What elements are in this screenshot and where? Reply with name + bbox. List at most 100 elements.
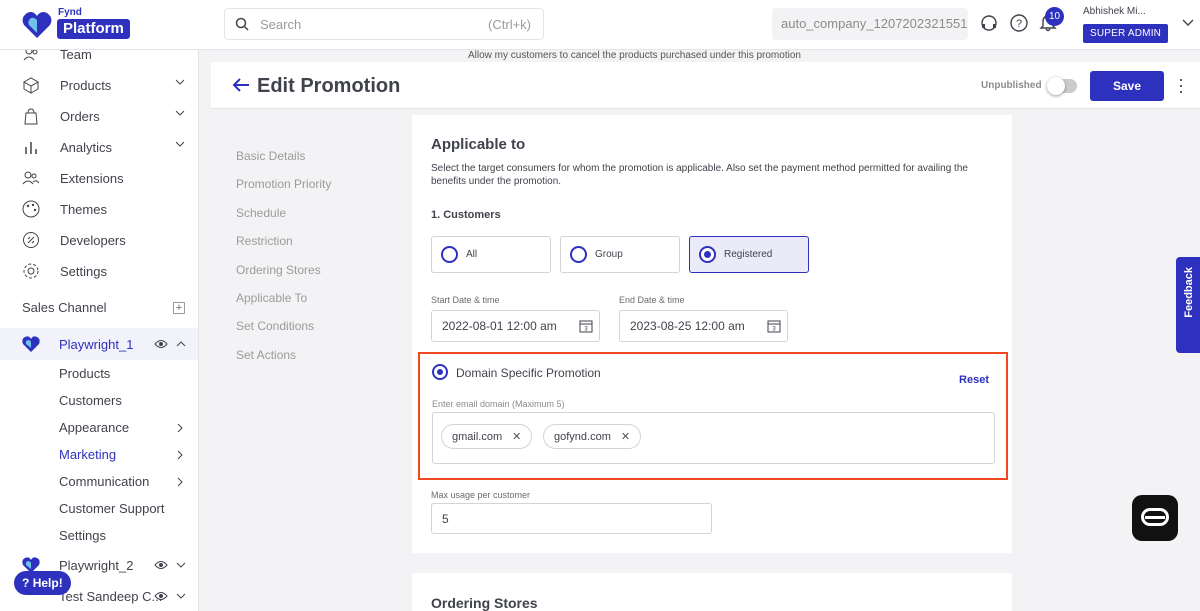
channel-sub-communication[interactable]: Communication bbox=[59, 474, 149, 489]
customer-option-all[interactable]: All bbox=[431, 236, 551, 273]
chip-label: gmail.com bbox=[452, 431, 503, 443]
chip-label: gofynd.com bbox=[554, 431, 611, 443]
end-date-input[interactable]: 2023-08-25 12:00 am 3 bbox=[619, 310, 788, 342]
chevron-down-icon[interactable] bbox=[176, 593, 186, 600]
sidebar-item-label: Extensions bbox=[60, 171, 124, 186]
sidebar-item-label: Orders bbox=[60, 109, 100, 124]
search-icon bbox=[235, 17, 249, 31]
more-options-icon[interactable]: · · · bbox=[1178, 70, 1184, 100]
box-icon bbox=[22, 77, 40, 94]
sidebar-item-orders[interactable]: Orders bbox=[0, 101, 198, 131]
sidebar-item-analytics[interactable]: Analytics bbox=[0, 132, 198, 162]
ordering-stores-card: Ordering Stores bbox=[412, 573, 1012, 611]
feedback-label: Feedback bbox=[1183, 267, 1195, 318]
channel-sub-customer-support[interactable]: Customer Support bbox=[59, 501, 165, 516]
radio-button bbox=[441, 246, 458, 263]
chevron-down-icon[interactable] bbox=[1182, 19, 1194, 27]
max-usage-value: 5 bbox=[442, 512, 449, 526]
chevron-up-icon[interactable] bbox=[176, 340, 186, 347]
company-selector[interactable]: auto_company_120720232155193 bbox=[772, 8, 968, 40]
domain-title: Domain Specific Promotion bbox=[456, 366, 601, 380]
sidebar-item-themes[interactable]: Themes bbox=[0, 194, 198, 224]
section-nav-applicable-to[interactable]: Applicable To bbox=[236, 291, 307, 305]
customer-option-registered[interactable]: Registered bbox=[689, 236, 809, 273]
calendar-icon[interactable]: 3 bbox=[579, 319, 593, 333]
section-title: Applicable to bbox=[431, 136, 526, 153]
max-usage-input[interactable]: 5 bbox=[431, 503, 712, 534]
channel-sub-appearance[interactable]: Appearance bbox=[59, 420, 129, 435]
close-icon[interactable]: ✕ bbox=[512, 431, 521, 443]
sidebar-item-team[interactable]: Team bbox=[0, 50, 198, 69]
sidebar-item-products[interactable]: Products bbox=[0, 70, 198, 100]
chevron-down-icon bbox=[175, 141, 185, 147]
support-headset-icon[interactable] bbox=[979, 13, 999, 33]
back-arrow-icon[interactable] bbox=[232, 77, 250, 93]
help-button[interactable]: ? Help! bbox=[14, 571, 71, 595]
sidebar-item-developers[interactable]: Developers bbox=[0, 225, 198, 255]
section-nav-set-actions[interactable]: Set Actions bbox=[236, 348, 296, 362]
sidebar-item-label: Team bbox=[60, 50, 92, 62]
chevron-right-icon bbox=[177, 450, 183, 460]
section-nav-restriction[interactable]: Restriction bbox=[236, 234, 293, 248]
channel-sub-marketing[interactable]: Marketing bbox=[59, 447, 116, 462]
section-title: Ordering Stores bbox=[431, 595, 538, 611]
reset-button[interactable]: Reset bbox=[959, 374, 989, 386]
extensions-icon bbox=[22, 171, 40, 185]
channel-sub-products[interactable]: Products bbox=[59, 366, 110, 381]
sidebar-item-extensions[interactable]: Extensions bbox=[0, 163, 198, 193]
domain-chip: gmail.com ✕ bbox=[441, 424, 533, 449]
domain-chip: gofynd.com ✕ bbox=[543, 424, 642, 449]
sidebar-item-label: Products bbox=[60, 78, 112, 93]
search-shortcut: (Ctrl+k) bbox=[488, 17, 531, 32]
gear-icon bbox=[23, 263, 39, 279]
sidebar-item-label: Analytics bbox=[60, 140, 113, 155]
bar-chart-icon bbox=[25, 142, 37, 154]
user-name[interactable]: Abhishek Mi... bbox=[1083, 6, 1146, 17]
chevron-down-icon[interactable] bbox=[176, 562, 186, 569]
section-nav-ordering-stores[interactable]: Ordering Stores bbox=[236, 263, 321, 277]
developer-icon bbox=[23, 232, 39, 248]
channel-sub-settings[interactable]: Settings bbox=[59, 528, 106, 543]
save-button[interactable]: Save bbox=[1090, 71, 1164, 101]
domain-radio-selected[interactable] bbox=[432, 364, 448, 380]
domain-tag-input[interactable]: gmail.com ✕ gofynd.com ✕ bbox=[432, 412, 995, 464]
start-date-label: Start Date & time bbox=[431, 295, 500, 305]
radio-button bbox=[570, 246, 587, 263]
section-description: Select the target consumers for whom the… bbox=[431, 163, 968, 187]
sidebar-item-label: Developers bbox=[60, 233, 126, 248]
sidebar-channel-playwright-1[interactable]: Playwright_1 bbox=[0, 328, 198, 360]
chevron-down-icon bbox=[175, 110, 185, 116]
channel-sub-customers[interactable]: Customers bbox=[59, 393, 122, 408]
customer-option-group[interactable]: Group bbox=[560, 236, 680, 273]
add-channel-icon[interactable]: + bbox=[173, 302, 185, 314]
chevron-down-icon bbox=[175, 79, 185, 85]
top-header: Fynd Platform Search (Ctrl+k) auto_compa… bbox=[0, 0, 1200, 50]
fynd-platform-logo[interactable]: Fynd Platform bbox=[22, 6, 132, 44]
sidebar-item-settings[interactable]: Settings bbox=[0, 256, 198, 286]
publish-toggle[interactable] bbox=[1047, 77, 1077, 95]
sidebar-item-label: Settings bbox=[60, 264, 107, 279]
option-label: Group bbox=[595, 249, 623, 260]
publish-status-label: Unpublished bbox=[981, 80, 1042, 91]
eye-icon[interactable] bbox=[154, 560, 168, 570]
help-circle-icon[interactable]: ? bbox=[1009, 13, 1029, 33]
feedback-tab[interactable]: Feedback bbox=[1176, 257, 1200, 353]
section-nav-schedule[interactable]: Schedule bbox=[236, 206, 286, 220]
section-nav-basic-details[interactable]: Basic Details bbox=[236, 149, 305, 163]
eye-icon[interactable] bbox=[154, 339, 168, 349]
end-date-label: End Date & time bbox=[619, 295, 685, 305]
sales-channel-heading: Sales Channel bbox=[22, 300, 107, 315]
eye-icon[interactable] bbox=[154, 591, 168, 601]
chatbot-icon[interactable] bbox=[1132, 495, 1178, 541]
max-usage-label: Max usage per customer bbox=[431, 490, 531, 500]
calendar-icon[interactable]: 3 bbox=[767, 319, 781, 333]
cancel-products-option: Allow my customers to cancel the product… bbox=[468, 50, 801, 61]
search-input[interactable]: Search (Ctrl+k) bbox=[224, 8, 544, 40]
close-icon[interactable]: ✕ bbox=[621, 431, 630, 443]
start-date-input[interactable]: 2022-08-01 12:00 am 3 bbox=[431, 310, 600, 342]
search-placeholder: Search bbox=[260, 17, 302, 32]
end-date-value: 2023-08-25 12:00 am bbox=[630, 319, 745, 333]
section-nav-set-conditions[interactable]: Set Conditions bbox=[236, 319, 314, 333]
channel-name: Playwright_2 bbox=[59, 558, 134, 573]
section-nav-promotion-priority[interactable]: Promotion Priority bbox=[236, 177, 331, 191]
